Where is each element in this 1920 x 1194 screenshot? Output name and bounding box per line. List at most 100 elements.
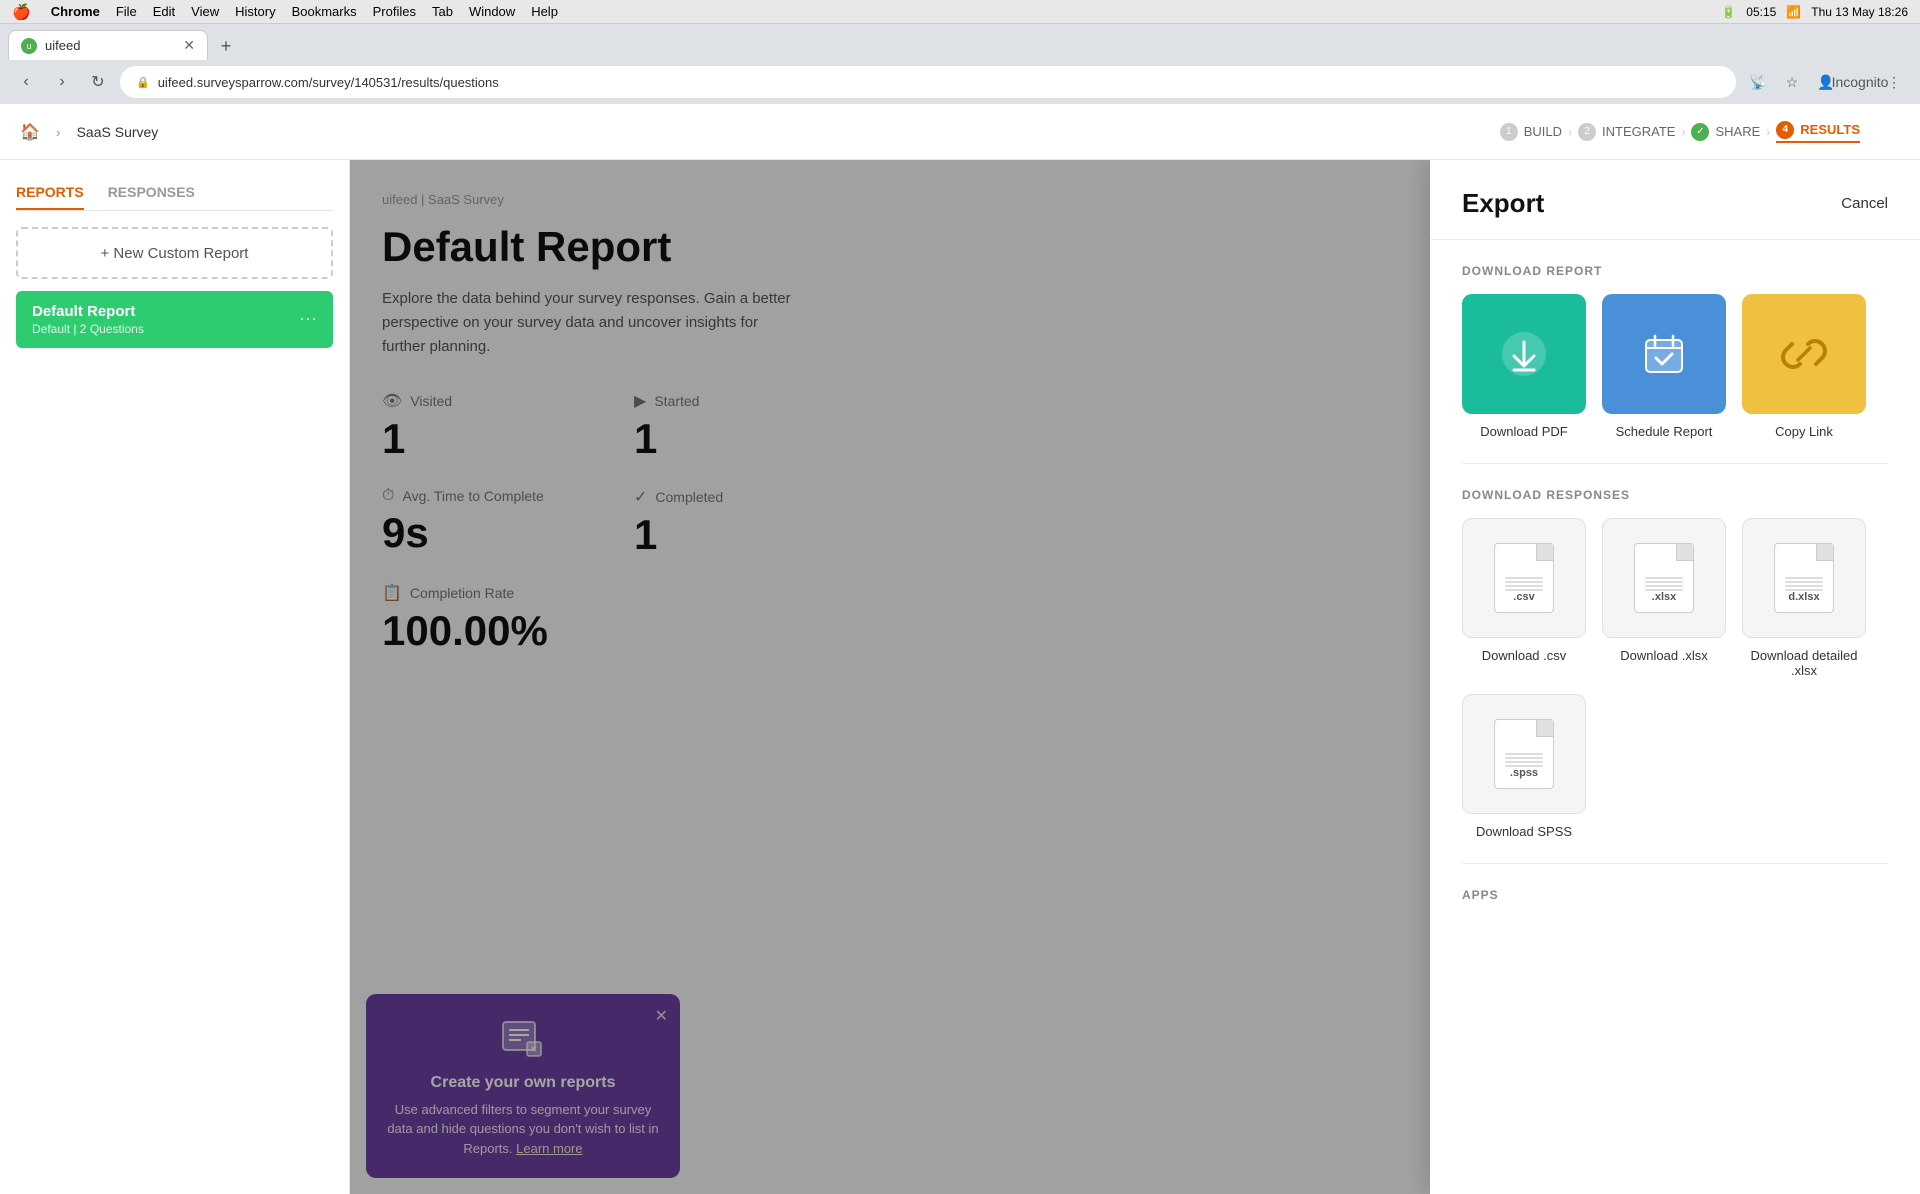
app-container: 🏠 › SaaS Survey 1 BUILD › 2 INTEGRATE › … [0, 104, 1920, 1194]
mac-menubar: 🍎 Chrome File Edit View History Bookmark… [0, 0, 1920, 24]
report-item-name: Default Report [32, 303, 144, 320]
export-header: Export Cancel [1430, 160, 1920, 240]
clock: 05:15 [1746, 5, 1776, 19]
app-body: REPORTS RESPONSES + New Custom Report De… [0, 160, 1920, 1194]
tab-reports[interactable]: REPORTS [16, 176, 84, 210]
spss-label: Download SPSS [1476, 824, 1572, 839]
export-apps-section: APPS [1430, 864, 1920, 942]
step-integrate-num: 2 [1578, 123, 1596, 141]
step-build[interactable]: 1 BUILD [1500, 123, 1562, 141]
xlsx-label: Download .xlsx [1620, 648, 1707, 663]
home-icon[interactable]: 🏠 [20, 122, 40, 142]
export-option-csv[interactable]: .csv Download .csv [1462, 518, 1586, 678]
schedule-report-card [1602, 294, 1726, 414]
download-pdf-label: Download PDF [1480, 424, 1567, 439]
sidebar: REPORTS RESPONSES + New Custom Report De… [0, 160, 350, 1194]
step-share[interactable]: ✓ SHARE [1691, 123, 1760, 141]
step-results[interactable]: 4 RESULTS [1776, 121, 1860, 143]
spss-card: .spss [1462, 694, 1586, 814]
tab-responses[interactable]: RESPONSES [108, 176, 195, 210]
report-item-default[interactable]: Default Report Default | 2 Questions ⋯ [16, 291, 333, 348]
tab-title: uifeed [45, 38, 175, 53]
export-panel: Export Cancel DOWNLOAD REPORT [1430, 160, 1920, 1194]
tab-favicon: u [21, 38, 37, 54]
export-option-xlsx[interactable]: .xlsx Download .xlsx [1602, 518, 1726, 678]
help-menu[interactable]: Help [531, 4, 558, 19]
new-custom-report-button[interactable]: + New Custom Report [16, 227, 333, 279]
csv-label: Download .csv [1482, 648, 1567, 663]
export-option-spss[interactable]: .spss Download SPSS [1462, 694, 1586, 839]
tab-close-button[interactable]: ✕ [183, 37, 195, 54]
copy-link-label: Copy Link [1775, 424, 1833, 439]
csv-file-icon: .csv [1494, 543, 1554, 613]
export-option-schedule-report[interactable]: Schedule Report [1602, 294, 1726, 439]
export-options-row: Download PDF [1462, 294, 1888, 439]
app-name-menu[interactable]: Chrome [51, 4, 100, 19]
app-header: 🏠 › SaaS Survey 1 BUILD › 2 INTEGRATE › … [0, 104, 1920, 160]
download-pdf-card [1462, 294, 1586, 414]
step-share-label: SHARE [1715, 124, 1760, 139]
datetime: Thu 13 May 18:26 [1811, 5, 1908, 19]
export-download-report-title: DOWNLOAD REPORT [1462, 264, 1888, 278]
lock-icon: 🔒 [136, 76, 150, 89]
tab-menu[interactable]: Tab [432, 4, 453, 19]
breadcrumb-sep: › [56, 124, 61, 140]
export-cancel-button[interactable]: Cancel [1841, 195, 1888, 212]
export-response-options-row-2: .spss Download SPSS [1462, 694, 1888, 839]
browser-actions: 📡 ☆ 👤 Incognito ⋮ [1744, 68, 1908, 96]
report-item-info: Default Report Default | 2 Questions [32, 303, 144, 336]
breadcrumb-survey-name: SaaS Survey [77, 124, 159, 140]
report-item-meta: Default | 2 Questions [32, 322, 144, 336]
spss-file-icon: .spss [1494, 719, 1554, 789]
forward-button[interactable]: › [48, 68, 76, 96]
detailed-xlsx-file-icon: d.xlsx [1774, 543, 1834, 613]
step-arrow-1: › [1568, 125, 1572, 139]
new-tab-button[interactable]: + [212, 32, 240, 60]
export-option-copy-link[interactable]: Copy Link [1742, 294, 1866, 439]
xlsx-file-icon: .xlsx [1634, 543, 1694, 613]
step-results-num: 4 [1776, 121, 1794, 139]
apple-logo: 🍎 [12, 3, 31, 21]
history-menu[interactable]: History [235, 4, 275, 19]
profiles-menu[interactable]: Profiles [373, 4, 416, 19]
refresh-button[interactable]: ↻ [84, 68, 112, 96]
csv-card: .csv [1462, 518, 1586, 638]
schedule-report-label: Schedule Report [1616, 424, 1713, 439]
report-item-menu-icon[interactable]: ⋯ [299, 309, 317, 330]
step-integrate-label: INTEGRATE [1602, 124, 1675, 139]
main-content: uifeed | SaaS Survey Default Report Expl… [350, 160, 1920, 1194]
file-menu[interactable]: File [116, 4, 137, 19]
step-results-label: RESULTS [1800, 122, 1860, 137]
step-build-label: BUILD [1524, 124, 1562, 139]
bookmarks-menu[interactable]: Bookmarks [292, 4, 357, 19]
extensions-icon[interactable]: ⋮ [1880, 68, 1908, 96]
browser-chrome: u uifeed ✕ + ‹ › ↻ 🔒 uifeed.surveysparro… [0, 24, 1920, 104]
address-bar-row: ‹ › ↻ 🔒 uifeed.surveysparrow.com/survey/… [0, 60, 1920, 104]
tab-bar: u uifeed ✕ + [0, 24, 1920, 60]
step-arrow-3: › [1766, 125, 1770, 139]
back-button[interactable]: ‹ [12, 68, 40, 96]
sidebar-tabs: REPORTS RESPONSES [16, 176, 333, 211]
step-build-num: 1 [1500, 123, 1518, 141]
xlsx-card: .xlsx [1602, 518, 1726, 638]
export-download-responses-title: DOWNLOAD RESPONSES [1462, 488, 1888, 502]
detailed-xlsx-card: d.xlsx [1742, 518, 1866, 638]
export-option-detailed-xlsx[interactable]: d.xlsx Download detailed .xlsx [1742, 518, 1866, 678]
detailed-xlsx-label: Download detailed .xlsx [1742, 648, 1866, 678]
export-option-download-pdf[interactable]: Download PDF [1462, 294, 1586, 439]
export-response-options-row: .csv Download .csv [1462, 518, 1888, 678]
nav-steps: 1 BUILD › 2 INTEGRATE › ✓ SHARE › 4 RESU… [1500, 121, 1860, 143]
view-menu[interactable]: View [191, 4, 219, 19]
window-menu[interactable]: Window [469, 4, 515, 19]
copy-link-card [1742, 294, 1866, 414]
incognito-label: Incognito [1846, 68, 1874, 96]
export-download-responses-section: DOWNLOAD RESPONSES [1430, 464, 1920, 863]
address-bar[interactable]: 🔒 uifeed.surveysparrow.com/survey/140531… [120, 66, 1736, 98]
export-download-report-section: DOWNLOAD REPORT [1430, 240, 1920, 463]
bookmark-icon[interactable]: ☆ [1778, 68, 1806, 96]
browser-tab[interactable]: u uifeed ✕ [8, 30, 208, 60]
cast-icon[interactable]: 📡 [1744, 68, 1772, 96]
edit-menu[interactable]: Edit [153, 4, 175, 19]
step-integrate[interactable]: 2 INTEGRATE [1578, 123, 1675, 141]
export-apps-title: APPS [1462, 888, 1888, 902]
